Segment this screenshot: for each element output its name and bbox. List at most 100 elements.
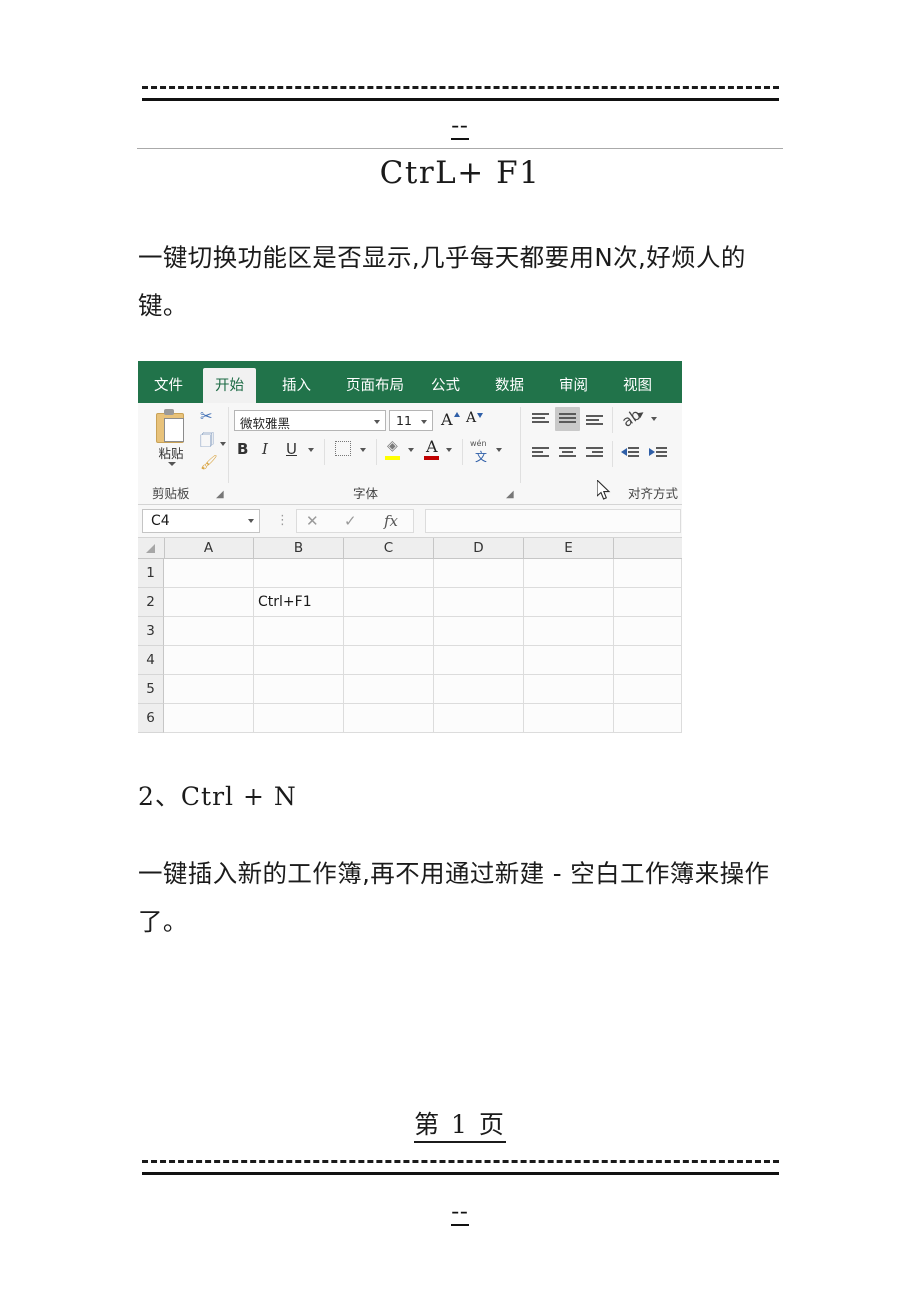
row-header-3[interactable]: 3 <box>138 617 164 646</box>
borders-icon[interactable] <box>335 441 351 456</box>
cell-a4[interactable] <box>164 646 254 675</box>
orientation-chevron-down-icon[interactable] <box>651 417 657 421</box>
font-dialog-launcher-icon[interactable]: ◢ <box>506 489 517 500</box>
cancel-formula-icon[interactable]: ✕ <box>306 512 319 530</box>
align-bottom-icon[interactable] <box>586 415 603 428</box>
cell-d6[interactable] <box>434 704 524 733</box>
cell-d2[interactable] <box>434 588 524 617</box>
cell-a6[interactable] <box>164 704 254 733</box>
font-name-input[interactable]: 微软雅黑 <box>234 410 386 431</box>
cell-e4[interactable] <box>524 646 614 675</box>
name-box[interactable]: C4 <box>142 509 260 533</box>
decrease-font-size-icon[interactable]: A <box>466 410 476 426</box>
cell-c1[interactable] <box>344 559 434 588</box>
font-name-chevron-down-icon[interactable] <box>374 420 380 424</box>
format-painter-icon[interactable]: 🖌 <box>200 456 218 470</box>
align-center-icon[interactable] <box>559 447 576 460</box>
italic-button[interactable]: I <box>262 442 268 457</box>
cell-e5[interactable] <box>524 675 614 704</box>
cell-f3[interactable] <box>614 617 682 646</box>
row-header-2[interactable]: 2 <box>138 588 164 617</box>
align-left-icon[interactable] <box>532 447 549 460</box>
borders-chevron-down-icon[interactable] <box>360 448 366 452</box>
phonetic-chevron-down-icon[interactable] <box>496 448 502 452</box>
cell-d1[interactable] <box>434 559 524 588</box>
phonetic-guide-icon[interactable]: 文 <box>475 448 487 465</box>
column-header-f[interactable] <box>614 538 682 558</box>
column-header-b[interactable]: B <box>254 538 344 558</box>
ribbon-tab-insert[interactable]: 插入 <box>270 368 323 403</box>
font-color-icon[interactable]: A <box>426 439 438 455</box>
cell-d3[interactable] <box>434 617 524 646</box>
row-header-4[interactable]: 4 <box>138 646 164 675</box>
clipboard-dialog-launcher-icon[interactable]: ◢ <box>216 489 227 500</box>
cell-c2[interactable] <box>344 588 434 617</box>
cell-d4[interactable] <box>434 646 524 675</box>
cell-b5[interactable] <box>254 675 344 704</box>
cell-a1[interactable] <box>164 559 254 588</box>
row-header-5[interactable]: 5 <box>138 675 164 704</box>
ribbon-tab-review[interactable]: 审阅 <box>547 368 600 403</box>
formula-bar-handle[interactable]: ⋮ <box>276 514 289 527</box>
fill-color-chevron-down-icon[interactable] <box>408 448 414 452</box>
underline-button[interactable]: U <box>286 442 297 457</box>
align-top-icon[interactable] <box>532 413 549 426</box>
name-box-chevron-down-icon[interactable] <box>248 519 254 523</box>
cell-a5[interactable] <box>164 675 254 704</box>
fill-color-icon[interactable]: ◈ <box>387 439 398 453</box>
ribbon-tab-home[interactable]: 开始 <box>203 368 256 403</box>
cell-d5[interactable] <box>434 675 524 704</box>
font-color-chevron-down-icon[interactable] <box>446 448 452 452</box>
copy-chevron-down-icon[interactable] <box>220 442 226 446</box>
font-name-value: 微软雅黑 <box>240 416 291 431</box>
align-right-icon[interactable] <box>586 447 603 460</box>
row-header-1[interactable]: 1 <box>138 559 164 588</box>
ribbon-tab-file[interactable]: 文件 <box>142 368 195 403</box>
cell-e2[interactable] <box>524 588 614 617</box>
formula-input[interactable] <box>425 509 681 533</box>
column-header-e[interactable]: E <box>524 538 614 558</box>
cell-f2[interactable] <box>614 588 682 617</box>
cell-b1[interactable] <box>254 559 344 588</box>
column-header-d[interactable]: D <box>434 538 524 558</box>
underline-chevron-down-icon[interactable] <box>308 448 314 452</box>
font-size-input[interactable]: 11 <box>389 410 433 431</box>
ribbon-tab-data[interactable]: 数据 <box>483 368 536 403</box>
row-header-6[interactable]: 6 <box>138 704 164 733</box>
cell-c5[interactable] <box>344 675 434 704</box>
column-header-a[interactable]: A <box>164 538 254 558</box>
column-header-c[interactable]: C <box>344 538 434 558</box>
confirm-formula-icon[interactable]: ✓ <box>344 512 357 530</box>
align-middle-icon[interactable] <box>559 413 576 426</box>
insert-function-icon[interactable]: fx <box>384 512 398 530</box>
cell-f6[interactable] <box>614 704 682 733</box>
cell-f1[interactable] <box>614 559 682 588</box>
increase-indent-icon[interactable] <box>649 447 667 460</box>
scissors-icon[interactable]: ✂ <box>200 409 213 424</box>
ribbon-tab-layout[interactable]: 页面布局 <box>334 368 416 403</box>
increase-font-size-icon[interactable]: A <box>441 410 453 429</box>
cell-e1[interactable] <box>524 559 614 588</box>
cell-b4[interactable] <box>254 646 344 675</box>
cell-b3[interactable] <box>254 617 344 646</box>
paste-button[interactable]: 粘贴 <box>146 407 196 481</box>
cell-c4[interactable] <box>344 646 434 675</box>
cell-e3[interactable] <box>524 617 614 646</box>
cell-f4[interactable] <box>614 646 682 675</box>
bold-button[interactable]: B <box>237 442 248 457</box>
font-size-chevron-down-icon[interactable] <box>421 420 427 424</box>
copy-icon[interactable]: 🗍 <box>200 434 214 448</box>
ribbon-tab-formula[interactable]: 公式 <box>419 368 472 403</box>
decrease-indent-icon[interactable] <box>621 447 639 460</box>
cell-b2[interactable]: Ctrl+F1 <box>254 588 344 617</box>
cell-e6[interactable] <box>524 704 614 733</box>
cell-a3[interactable] <box>164 617 254 646</box>
chevron-down-icon[interactable] <box>168 462 176 466</box>
cell-a2[interactable] <box>164 588 254 617</box>
select-all-corner[interactable] <box>138 538 165 558</box>
ribbon-tab-view[interactable]: 视图 <box>611 368 664 403</box>
cell-f5[interactable] <box>614 675 682 704</box>
cell-b6[interactable] <box>254 704 344 733</box>
cell-c3[interactable] <box>344 617 434 646</box>
cell-c6[interactable] <box>344 704 434 733</box>
